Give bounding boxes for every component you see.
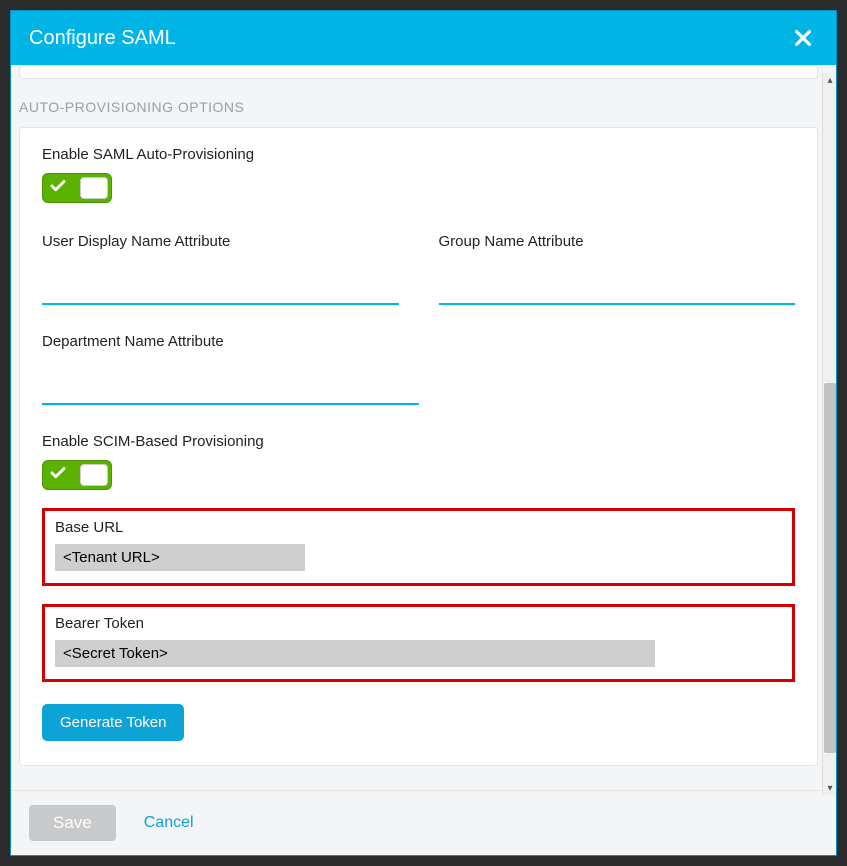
user-display-name-input[interactable] [42, 274, 399, 305]
department-name-field: Department Name Attribute [42, 333, 419, 405]
modal-title: Configure SAML [29, 27, 176, 50]
scrollbar[interactable]: ▴ ▾ [822, 73, 836, 795]
group-name-label: Group Name Attribute [439, 233, 796, 250]
enable-saml-auto-provisioning-label: Enable SAML Auto-Provisioning [42, 146, 795, 163]
toggle-knob [80, 464, 108, 486]
base-url-highlight: Base URL <Tenant URL> [42, 508, 795, 586]
generate-token-button[interactable]: Generate Token [42, 704, 184, 741]
close-icon [792, 27, 814, 49]
base-url-value[interactable]: <Tenant URL> [55, 544, 305, 571]
scroll-up-icon[interactable]: ▴ [823, 73, 837, 87]
bearer-token-highlight: Bearer Token <Secret Token> [42, 604, 795, 682]
scroll-thumb[interactable] [824, 383, 836, 753]
group-name-field: Group Name Attribute [439, 233, 796, 305]
previous-panel-edge [19, 65, 818, 79]
department-name-input[interactable] [42, 374, 419, 405]
enable-scim-label: Enable SCIM-Based Provisioning [42, 433, 795, 450]
check-icon [49, 464, 67, 487]
enable-scim-toggle[interactable] [42, 460, 112, 490]
cancel-link[interactable]: Cancel [144, 814, 194, 832]
enable-scim-field: Enable SCIM-Based Provisioning [42, 433, 795, 490]
bearer-token-label: Bearer Token [55, 615, 782, 632]
user-display-name-label: User Display Name Attribute [42, 233, 399, 250]
configure-saml-modal: Configure SAML AUTO-PROVISIONING OPTIONS… [10, 10, 837, 856]
scroll-down-icon[interactable]: ▾ [823, 781, 837, 795]
auto-provisioning-panel: Enable SAML Auto-Provisioning User Displ… [19, 127, 818, 766]
base-url-label: Base URL [55, 519, 782, 536]
modal-footer: Save Cancel [11, 790, 836, 855]
close-button[interactable] [788, 25, 818, 51]
modal-body: AUTO-PROVISIONING OPTIONS Enable SAML Au… [11, 65, 836, 790]
check-icon [49, 177, 67, 200]
group-name-input[interactable] [439, 274, 796, 305]
modal-header: Configure SAML [11, 11, 836, 65]
save-button[interactable]: Save [29, 805, 116, 841]
section-title: AUTO-PROVISIONING OPTIONS [19, 99, 818, 115]
enable-saml-auto-provisioning-toggle[interactable] [42, 173, 112, 203]
toggle-knob [80, 177, 108, 199]
attribute-row: User Display Name Attribute Group Name A… [42, 233, 795, 305]
bearer-token-value[interactable]: <Secret Token> [55, 640, 655, 667]
department-name-label: Department Name Attribute [42, 333, 419, 350]
user-display-name-field: User Display Name Attribute [42, 233, 399, 305]
